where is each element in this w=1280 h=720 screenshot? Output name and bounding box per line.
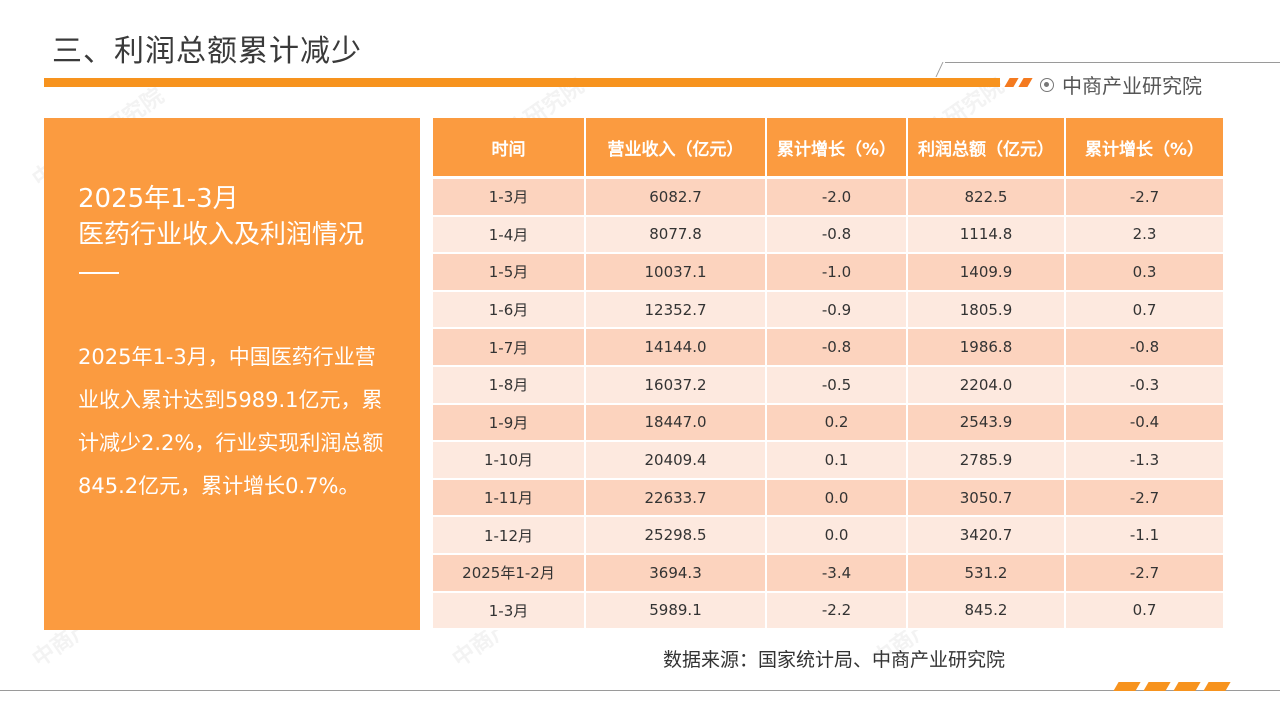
data-source: 数据来源：国家统计局、中商产业研究院 [663,649,1006,671]
cell-time: 1-6月 [433,290,586,330]
cell-profit-growth: -0.4 [1065,403,1223,443]
column-header-time: 时间 [433,118,586,179]
table-row: 1-8月 16037.2 -0.5 2204.0 -0.3 [433,365,1223,405]
footer-divider [0,690,1280,691]
cell-revenue: 25298.5 [585,516,767,555]
table-row: 1-11月 22633.7 0.0 3050.7 -2.7 [433,478,1223,518]
cell-time: 1-3月 [433,177,586,217]
cell-profit: 1805.9 [907,290,1066,330]
cell-revenue: 16037.2 [585,365,767,405]
data-table: 时间 营业收入（亿元） 累计增长（%） 利润总额（亿元） 累计增长（%） 1-3… [433,118,1223,631]
accent-bar [44,78,1000,87]
cell-profit-growth: -0.8 [1065,328,1223,367]
table-row: 1-3月 5989.1 -2.2 845.2 0.7 [433,591,1223,631]
table-body: 1-3月 6082.7 -2.0 822.5 -2.7 1-4月 8077.8 -0.8 111… [433,177,1223,631]
cell-time: 1-5月 [433,253,586,292]
column-header-profit-growth: 累计增长（%） [1065,118,1223,179]
table-row: 1-7月 14144.0 -0.8 1986.8 -0.8 [433,328,1223,367]
cell-profit-growth: -0.3 [1065,365,1223,405]
cell-time: 1-10月 [433,441,586,480]
accent-stripes [1003,78,1043,87]
cell-revenue: 8077.8 [585,215,767,255]
table-row: 1-6月 12352.7 -0.9 1805.9 0.7 [433,290,1223,330]
cell-time: 1-11月 [433,478,586,518]
cell-profit-growth: 0.3 [1065,253,1223,292]
cell-revenue-growth: -2.0 [766,177,908,217]
panel-summary-text: 2025年1-3月，中国医药行业营业收入累计达到5989.1亿元，累计减少2.2… [78,345,384,498]
cell-profit-growth: -1.3 [1065,441,1223,480]
cell-revenue: 5989.1 [585,591,767,631]
cell-revenue-growth: 0.2 [766,403,908,443]
cell-time: 1-4月 [433,215,586,255]
table-row: 1-5月 10037.1 -1.0 1409.9 0.3 [433,253,1223,292]
cell-revenue: 22633.7 [585,478,767,518]
panel-title-period: 2025年1-3月 [78,184,239,214]
cell-profit-growth: -2.7 [1065,478,1223,518]
table-row: 1-12月 25298.5 0.0 3420.7 -1.1 [433,516,1223,555]
summary-panel: 2025年1-3月 医药行业收入及利润情况 2025年1-3月，中国医药行业营业… [44,118,420,630]
table-row: 1-4月 8077.8 -0.8 1114.8 2.3 [433,215,1223,255]
table-row: 1-10月 20409.4 0.1 2785.9 -1.3 [433,441,1223,480]
cell-revenue-growth: -2.2 [766,591,908,631]
cell-profit: 845.2 [907,591,1066,631]
cell-revenue-growth: -0.8 [766,215,908,255]
cell-time: 1-12月 [433,516,586,555]
cell-profit: 531.2 [907,553,1066,593]
cell-revenue: 12352.7 [585,290,767,330]
table-row: 2025年1-2月 3694.3 -3.4 531.2 -2.7 [433,553,1223,593]
cell-profit: 2204.0 [907,365,1066,405]
cell-profit: 3050.7 [907,478,1066,518]
cell-profit: 1409.9 [907,253,1066,292]
cell-profit: 1986.8 [907,328,1066,367]
target-icon [1040,77,1054,92]
cell-revenue: 3694.3 [585,553,767,593]
cell-profit: 1114.8 [907,215,1066,255]
cell-revenue-growth: -0.5 [766,365,908,405]
page-title: 三、利润总额累计减少 [52,34,362,69]
column-header-profit: 利润总额（亿元） [907,118,1066,179]
cell-profit-growth: 0.7 [1065,290,1223,330]
cell-time: 1-7月 [433,328,586,367]
header-divider [945,62,1280,63]
cell-time: 2025年1-2月 [433,553,586,593]
cell-revenue-growth: -3.4 [766,553,908,593]
cell-revenue: 10037.1 [585,253,767,292]
panel-title-subject: 医药行业收入及利润情况 [78,220,365,250]
cell-profit-growth: -1.1 [1065,516,1223,555]
brand-name: 中商产业研究院 [1062,74,1202,98]
panel-divider [79,272,119,274]
cell-profit-growth: 2.3 [1065,215,1223,255]
column-header-revenue: 营业收入（亿元） [585,118,767,179]
cell-time: 1-9月 [433,403,586,443]
column-header-revenue-growth: 累计增长（%） [766,118,908,179]
cell-profit-growth: -2.7 [1065,553,1223,593]
brand-logo: 中商产业研究院 [1040,70,1202,99]
cell-revenue-growth: 0.1 [766,441,908,480]
cell-revenue-growth: -0.8 [766,328,908,367]
cell-time: 1-8月 [433,365,586,405]
cell-revenue: 14144.0 [585,328,767,367]
cell-revenue: 6082.7 [585,177,767,217]
cell-profit-growth: 0.7 [1065,591,1223,631]
cell-revenue-growth: 0.0 [766,516,908,555]
table-row: 1-3月 6082.7 -2.0 822.5 -2.7 [433,177,1223,217]
cell-profit: 2785.9 [907,441,1066,480]
cell-revenue: 20409.4 [585,441,767,480]
cell-time: 1-3月 [433,591,586,631]
cell-profit: 822.5 [907,177,1066,217]
cell-revenue-growth: 0.0 [766,478,908,518]
table-row: 1-9月 18447.0 0.2 2543.9 -0.4 [433,403,1223,443]
cell-profit-growth: -2.7 [1065,177,1223,217]
header-divider-slant [935,62,944,77]
cell-profit: 3420.7 [907,516,1066,555]
table-header-row: 时间 营业收入（亿元） 累计增长（%） 利润总额（亿元） 累计增长（%） [433,118,1223,179]
footer-stripes [1112,682,1242,691]
cell-revenue-growth: -0.9 [766,290,908,330]
cell-revenue: 18447.0 [585,403,767,443]
cell-profit: 2543.9 [907,403,1066,443]
cell-revenue-growth: -1.0 [766,253,908,292]
